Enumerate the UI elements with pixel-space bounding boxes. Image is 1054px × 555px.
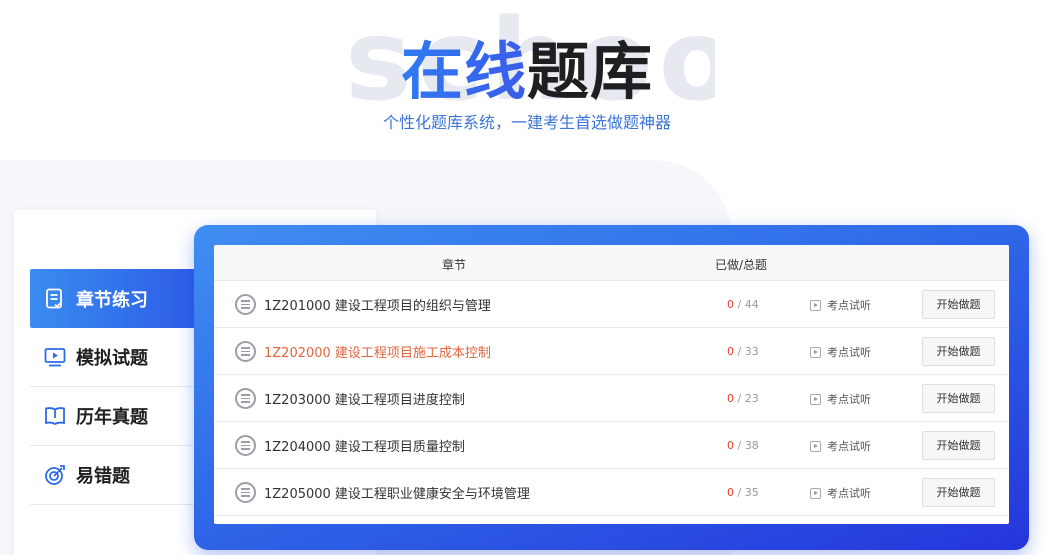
audio-preview-link[interactable]: 考点试听 xyxy=(810,297,871,313)
progress-count: 0 / 23 xyxy=(727,392,759,405)
list-icon xyxy=(235,482,256,503)
sidebar-item-label: 模拟试题 xyxy=(76,348,148,369)
chapter-panel: 章节 已做/总题 1Z201000 建设工程项目的组织与管理 0 / 44 考点… xyxy=(194,225,1029,550)
chapter-title[interactable]: 1Z205000 建设工程职业健康安全与环境管理 xyxy=(264,483,530,502)
chapter-title[interactable]: 1Z203000 建设工程项目进度控制 xyxy=(264,389,465,408)
progress-count: 0 / 38 xyxy=(727,439,759,452)
chapter-title[interactable]: 1Z202000 建设工程项目施工成本控制 xyxy=(264,342,491,361)
progress-count: 0 / 44 xyxy=(727,298,759,311)
chapter-title[interactable]: 1Z201000 建设工程项目的组织与管理 xyxy=(264,295,491,314)
chapter-table: 章节 已做/总题 1Z201000 建设工程项目的组织与管理 0 / 44 考点… xyxy=(214,245,1009,524)
title-rest: 题库 xyxy=(527,35,654,108)
target-icon xyxy=(44,464,66,486)
play-icon xyxy=(810,346,821,358)
list-icon xyxy=(235,435,256,456)
column-header-progress: 已做/总题 xyxy=(715,258,768,272)
table-row[interactable]: 1Z202000 建设工程项目施工成本控制 0 / 33 考点试听 开始做题 xyxy=(214,328,1009,375)
sidebar-item-past-exams[interactable]: 历年真题 xyxy=(30,387,208,446)
table-row[interactable]: 1Z201000 建设工程项目的组织与管理 0 / 44 考点试听 开始做题 xyxy=(214,281,1009,328)
audio-preview-link[interactable]: 考点试听 xyxy=(810,485,871,501)
title-highlight: 在线 xyxy=(400,35,527,108)
sidebar-item-chapter-practice[interactable]: 章节练习 xyxy=(30,269,208,328)
table-row[interactable]: 1Z203000 建设工程项目进度控制 0 / 23 考点试听 开始做题 xyxy=(214,375,1009,422)
open-book-icon xyxy=(44,405,66,427)
audio-preview-link[interactable]: 考点试听 xyxy=(810,391,871,407)
play-icon xyxy=(810,440,821,452)
start-practice-button[interactable]: 开始做题 xyxy=(922,431,995,460)
chapter-title[interactable]: 1Z204000 建设工程项目质量控制 xyxy=(264,436,465,455)
start-practice-button[interactable]: 开始做题 xyxy=(922,290,995,319)
sidebar-item-mock-exam[interactable]: 模拟试题 xyxy=(30,328,208,387)
checklist-icon xyxy=(44,288,66,310)
audio-preview-link[interactable]: 考点试听 xyxy=(810,344,871,360)
sidebar-item-label: 章节练习 xyxy=(76,289,148,311)
play-icon xyxy=(810,487,821,499)
list-icon xyxy=(235,388,256,409)
table-row[interactable]: 1Z204000 建设工程项目质量控制 0 / 38 考点试听 开始做题 xyxy=(214,422,1009,469)
start-practice-button[interactable]: 开始做题 xyxy=(922,384,995,413)
page-subtitle: 个性化题库系统，一建考生首选做题神器 xyxy=(382,113,671,132)
page-title: 在线题库 xyxy=(0,34,1054,110)
audio-preview-link[interactable]: 考点试听 xyxy=(810,438,871,454)
progress-count: 0 / 35 xyxy=(727,486,759,499)
sidebar-item-label: 历年真题 xyxy=(76,407,148,428)
sidebar-item-label: 易错题 xyxy=(76,466,130,487)
table-row[interactable]: 1Z205000 建设工程职业健康安全与环境管理 0 / 35 考点试听 开始做… xyxy=(214,469,1009,516)
sidebar-item-error-prone[interactable]: 易错题 xyxy=(30,446,208,505)
list-icon xyxy=(235,294,256,315)
start-practice-button[interactable]: 开始做题 xyxy=(922,478,995,507)
list-icon xyxy=(235,341,256,362)
start-practice-button[interactable]: 开始做题 xyxy=(922,337,995,366)
column-header-chapter: 章节 xyxy=(442,258,467,272)
progress-count: 0 / 33 xyxy=(727,345,759,358)
video-play-icon xyxy=(44,346,66,368)
play-icon xyxy=(810,299,821,311)
table-header: 章节 已做/总题 xyxy=(214,245,1009,281)
play-icon xyxy=(810,393,821,405)
